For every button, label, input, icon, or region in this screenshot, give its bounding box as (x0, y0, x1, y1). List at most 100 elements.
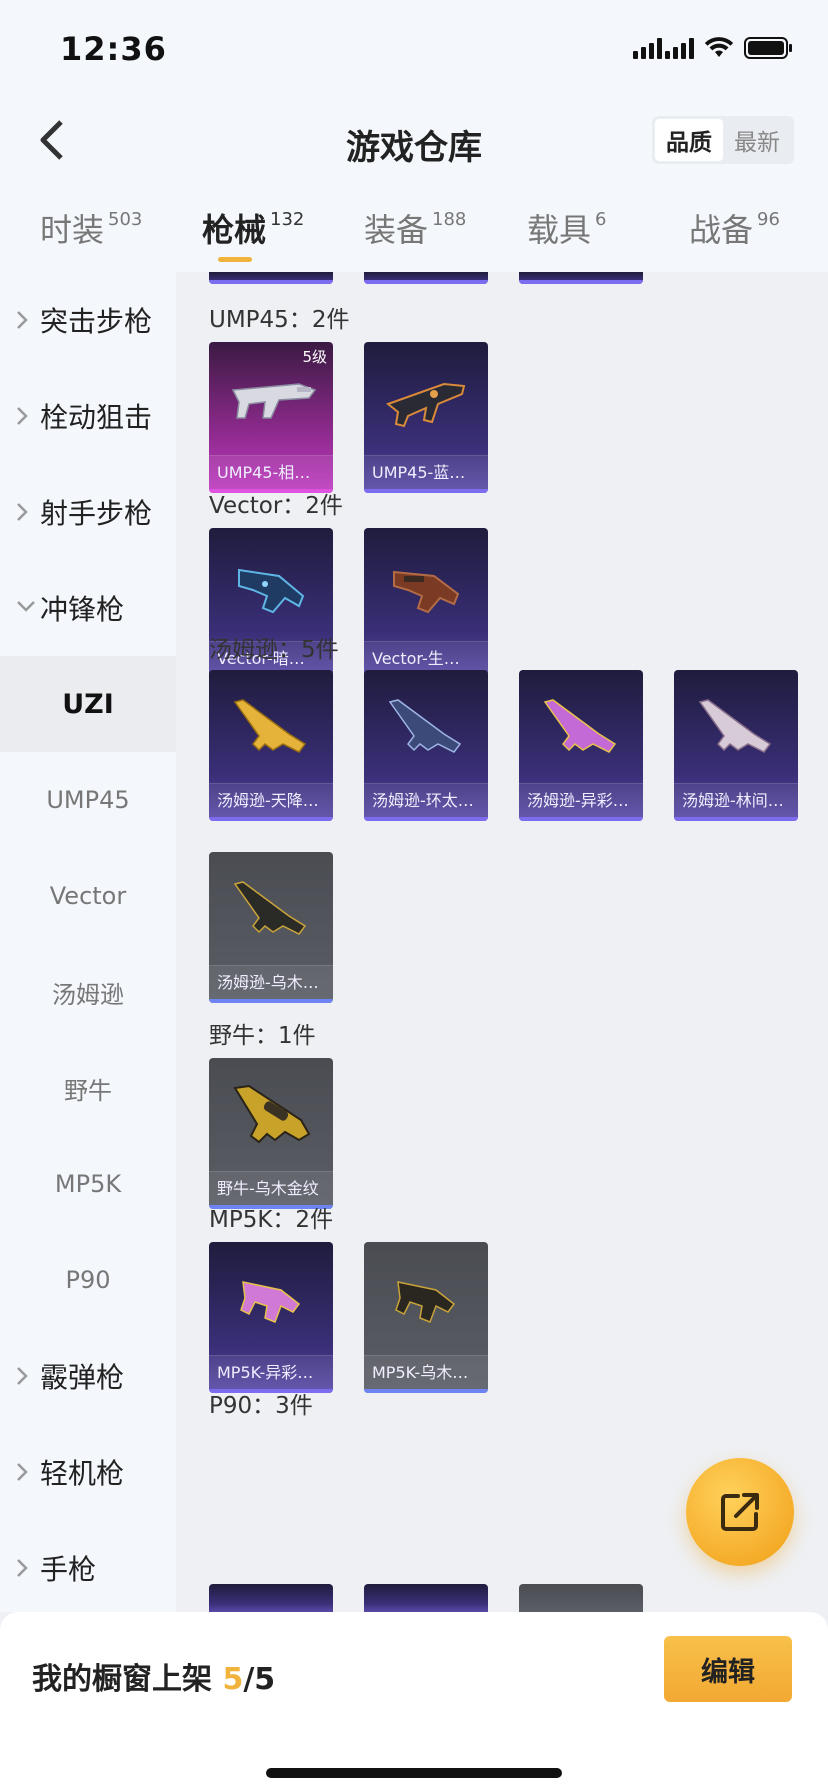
share-icon (721, 1493, 759, 1531)
tab-fashion[interactable]: 时装 503 (40, 205, 142, 251)
item-card[interactable]: 汤姆逊-环太… (364, 670, 488, 821)
sidebar-group-label: 手枪 (40, 1553, 97, 1586)
item-card-partial[interactable] (209, 1584, 333, 1612)
item-name: UMP45-蓝… (364, 455, 488, 489)
tab-label: 载具 (527, 211, 592, 249)
chevron-down-icon (17, 601, 35, 612)
sidebar-group-bolt-sniper[interactable]: 栓动狙击 (0, 368, 176, 464)
sidebar: 突击步枪 栓动狙击 射手步枪 冲锋枪 UZI UMP45 Vector 汤姆逊 … (0, 272, 176, 1612)
rarity-bar (674, 817, 798, 821)
header-area: 12:36 游戏仓库 品质 最新 时装 503 枪械 132 装备 188 载具… (0, 0, 828, 272)
wifi-icon (704, 37, 734, 59)
rarity-bar (364, 817, 488, 821)
item-name: 汤姆逊-乌木… (209, 965, 333, 999)
sidebar-group-assault-rifle[interactable]: 突击步枪 (0, 272, 176, 368)
rarity-bar (364, 489, 488, 493)
item-card-partial[interactable] (364, 1584, 488, 1612)
tommy-gun-icon (233, 699, 307, 753)
sort-quality-option[interactable]: 品质 (655, 119, 723, 161)
tab-equipment[interactable]: 装备 188 (364, 205, 466, 251)
showcase-count-label: 我的橱窗上架 5/5 (32, 1654, 275, 1698)
section-title-p90: P90：3件 (209, 1393, 313, 1419)
item-card[interactable]: Vector-生… (364, 528, 488, 679)
item-card[interactable]: 5级 UMP45-相… (209, 342, 333, 493)
item-name: 汤姆逊-异彩… (519, 783, 643, 817)
status-icons (633, 36, 794, 60)
status-bar: 12:36 (0, 0, 828, 100)
sidebar-group-shotgun[interactable]: 霰弹枪 (0, 1328, 176, 1424)
tommy-gun-icon (543, 699, 617, 753)
item-card[interactable]: MP5K-异彩… (209, 1242, 333, 1393)
section-title-thompson: 汤姆逊：5件 (209, 637, 339, 663)
tab-label: 装备 (364, 211, 429, 249)
tab-count: 503 (108, 209, 143, 230)
tab-label: 时装 (40, 211, 105, 249)
item-card[interactable]: 汤姆逊-林间… (674, 670, 798, 821)
smg-skin-icon (238, 568, 305, 614)
item-name: 汤姆逊-环太… (364, 783, 488, 817)
showcase-total-count: /5 (243, 1662, 276, 1697)
edit-button[interactable]: 编辑 (664, 1636, 792, 1702)
sidebar-group-smg[interactable]: 冲锋枪 (0, 560, 176, 656)
item-name: UMP45-相… (209, 455, 333, 489)
tab-guns[interactable]: 枪械 132 (202, 205, 304, 251)
battery-icon (744, 36, 794, 60)
sidebar-group-lmg[interactable]: 轻机枪 (0, 1424, 176, 1520)
item-card[interactable]: 汤姆逊-异彩… (519, 670, 643, 821)
sidebar-item-bizon[interactable]: 野牛 (0, 1040, 176, 1136)
showcase-used-count: 5 (222, 1662, 244, 1697)
smg-skin-icon (231, 383, 317, 419)
tab-label: 战备 (689, 211, 754, 249)
item-name: 汤姆逊-天降… (209, 783, 333, 817)
sidebar-item-p90[interactable]: P90 (0, 1232, 176, 1328)
sort-toggle: 品质 最新 (652, 116, 794, 164)
chevron-right-icon (17, 407, 28, 425)
category-tabs: 时装 503 枪械 132 装备 188 载具 6 战备 96 (0, 195, 828, 272)
cellular-signal-icon (633, 37, 694, 59)
section-title-vector: Vector：2件 (209, 493, 343, 519)
sidebar-group-pistol[interactable]: 手枪 (0, 1520, 176, 1612)
item-card[interactable]: MP5K-乌木… (364, 1242, 488, 1393)
share-button[interactable] (686, 1458, 794, 1566)
rarity-bar (519, 817, 643, 821)
item-card-partial[interactable] (519, 272, 643, 284)
sidebar-group-label: 射手步枪 (40, 497, 153, 530)
item-card[interactable]: 汤姆逊-乌木… (209, 852, 333, 1003)
chevron-right-icon (17, 1463, 28, 1481)
rarity-bar (209, 999, 333, 1003)
rarity-bar (364, 280, 488, 284)
sort-newest-option[interactable]: 最新 (723, 119, 791, 161)
tab-label: 枪械 (202, 211, 267, 249)
item-card[interactable]: 野牛-乌木金纹 (209, 1058, 333, 1209)
item-grid: UMP45：2件 5级 UMP45-相… UMP45-蓝… Vector：2件 … (176, 272, 828, 1612)
sidebar-item-vector[interactable]: Vector (0, 848, 176, 944)
smg-skin-icon (395, 1281, 456, 1323)
active-tab-indicator (218, 257, 252, 262)
sidebar-item-thompson[interactable]: 汤姆逊 (0, 944, 176, 1040)
item-name: MP5K-乌木… (364, 1355, 488, 1389)
item-card-partial[interactable] (209, 272, 333, 284)
tommy-gun-icon (233, 881, 307, 935)
sidebar-group-label: 突击步枪 (40, 305, 153, 338)
item-card-partial[interactable] (519, 1584, 643, 1612)
nav-bar: 游戏仓库 品质 最新 (0, 100, 828, 180)
sidebar-group-marksman-rifle[interactable]: 射手步枪 (0, 464, 176, 560)
item-card[interactable]: 汤姆逊-天降… (209, 670, 333, 821)
showcase-label-text: 我的橱窗上架 (32, 1662, 223, 1697)
item-card[interactable]: UMP45-蓝… (364, 342, 488, 493)
tab-vehicles[interactable]: 载具 6 (527, 205, 606, 251)
smg-skin-icon (385, 382, 466, 428)
showcase-bar: 我的橱窗上架 5/5 编辑 (0, 1612, 828, 1792)
rarity-bar (364, 1389, 488, 1393)
home-indicator[interactable] (266, 1768, 562, 1778)
sidebar-item-ump45[interactable]: UMP45 (0, 752, 176, 848)
section-title-bizon: 野牛：1件 (209, 1023, 316, 1049)
sidebar-item-mp5k[interactable]: MP5K (0, 1136, 176, 1232)
tab-count: 96 (757, 209, 780, 230)
tab-supplies[interactable]: 战备 96 (689, 205, 780, 251)
item-card-partial[interactable] (364, 272, 488, 284)
chevron-right-icon (17, 503, 28, 521)
sidebar-item-uzi[interactable]: UZI (0, 656, 176, 752)
sidebar-group-label: 霰弹枪 (40, 1361, 125, 1394)
tab-count: 188 (432, 209, 467, 230)
